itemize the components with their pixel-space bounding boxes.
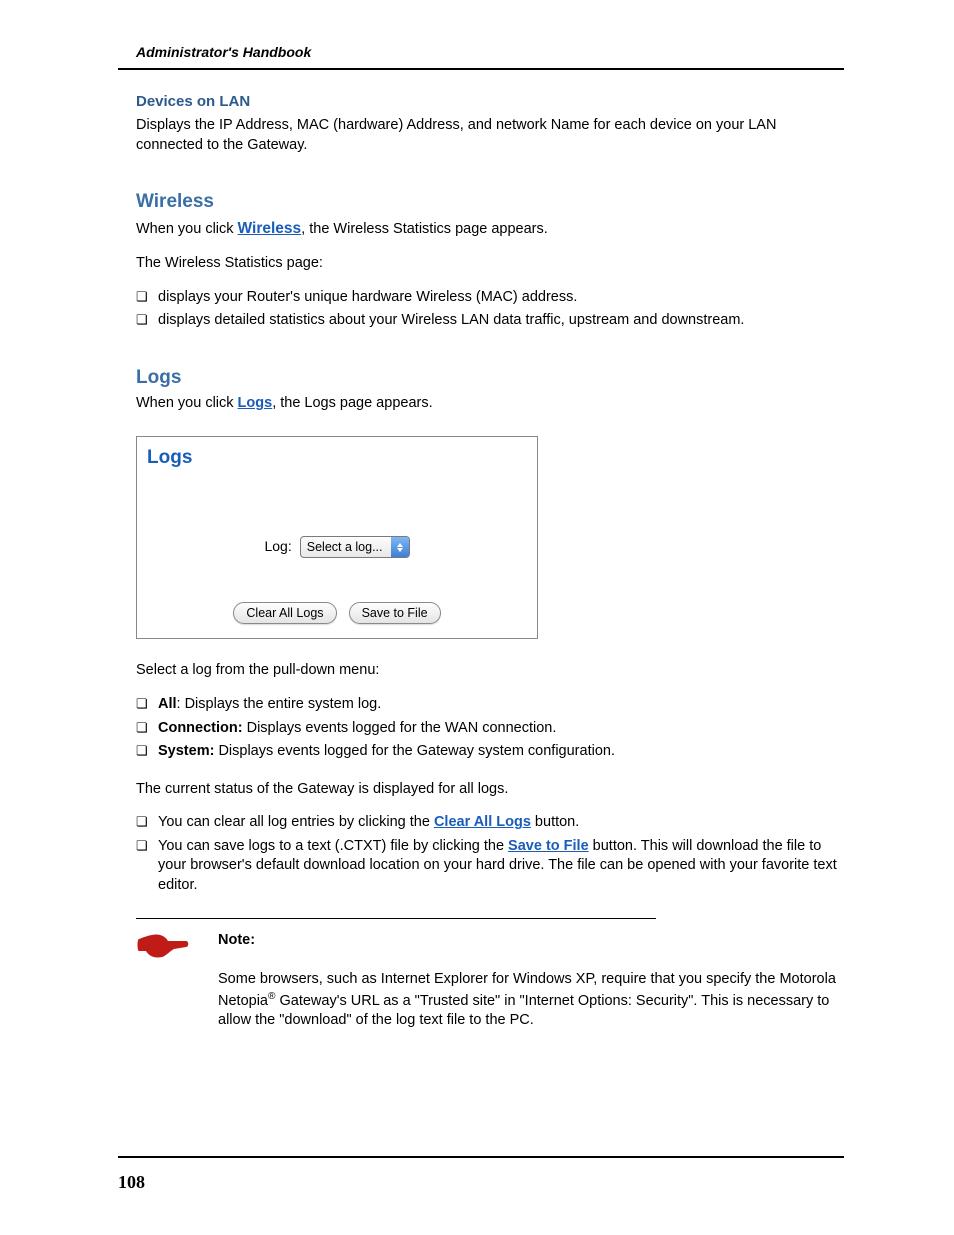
logs-panel-title: Logs [147,445,527,471]
clear-all-logs-link[interactable]: Clear All Logs [434,814,531,830]
option-name: All [158,696,177,712]
devices-on-lan-heading: Devices on LAN [136,92,844,112]
log-select-value: Select a log... [301,539,391,556]
list-item: Connection: Displays events logged for t… [136,719,844,739]
note-separator [136,918,656,919]
logs-intro-suffix: , the Logs page appears. [272,395,432,411]
save-to-file-link[interactable]: Save to File [508,838,589,854]
wireless-heading: Wireless [136,189,844,215]
wireless-bullet-list: displays your Router's unique hardware W… [136,288,844,331]
note-label: Note: [218,931,844,951]
log-select[interactable]: Select a log... [300,536,410,558]
wireless-line2: The Wireless Statistics page: [136,254,844,274]
header-rule [118,68,844,70]
logs-panel: Logs Log: Select a log... Clear All Logs… [136,436,538,640]
option-name: System: [158,743,214,759]
log-actions-list: You can clear all log entries by clickin… [136,813,844,895]
logs-link[interactable]: Logs [238,395,273,411]
logs-status-line: The current status of the Gateway is dis… [136,780,844,800]
save-to-file-button[interactable]: Save to File [349,602,441,624]
logs-intro: When you click Logs, the Logs page appea… [136,394,844,414]
clear-action-prefix: You can clear all log entries by clickin… [158,814,434,830]
wireless-intro: When you click Wireless, the Wireless St… [136,219,844,240]
option-desc: Displays events logged for the Gateway s… [214,743,615,759]
logs-intro-prefix: When you click [136,395,238,411]
clear-all-logs-button[interactable]: Clear All Logs [233,602,336,624]
page-number: 108 [118,1172,145,1193]
pointing-hand-icon [136,929,190,968]
log-select-label: Log: [264,538,291,554]
clear-action-suffix: button. [531,814,579,830]
list-item: displays detailed statistics about your … [136,311,844,331]
running-header: Administrator's Handbook [136,44,844,60]
option-name: Connection: [158,720,243,736]
list-item: You can save logs to a text (.CTXT) file… [136,837,844,896]
select-arrows-icon [391,537,409,557]
logs-heading: Logs [136,365,844,391]
log-options-list: All: Displays the entire system log. Con… [136,695,844,762]
list-item: System: Displays events logged for the G… [136,742,844,762]
list-item: displays your Router's unique hardware W… [136,288,844,308]
save-action-prefix: You can save logs to a text (.CTXT) file… [158,838,508,854]
footer-rule [118,1156,844,1158]
note-body: Some browsers, such as Internet Explorer… [218,970,844,1031]
devices-on-lan-body: Displays the IP Address, MAC (hardware) … [136,116,844,155]
option-desc: Displays events logged for the WAN conne… [243,720,557,736]
note-body-suffix: Gateway's URL as a "Trusted site" in "In… [218,992,829,1028]
wireless-intro-suffix: , the Wireless Statistics page appears. [301,221,548,237]
option-desc: : Displays the entire system log. [177,696,382,712]
wireless-intro-prefix: When you click [136,221,238,237]
list-item: All: Displays the entire system log. [136,695,844,715]
note-block: Note: Some browsers, such as Internet Ex… [136,931,844,1031]
wireless-link[interactable]: Wireless [238,220,302,237]
logs-post-panel: Select a log from the pull-down menu: [136,661,844,681]
list-item: You can clear all log entries by clickin… [136,813,844,833]
